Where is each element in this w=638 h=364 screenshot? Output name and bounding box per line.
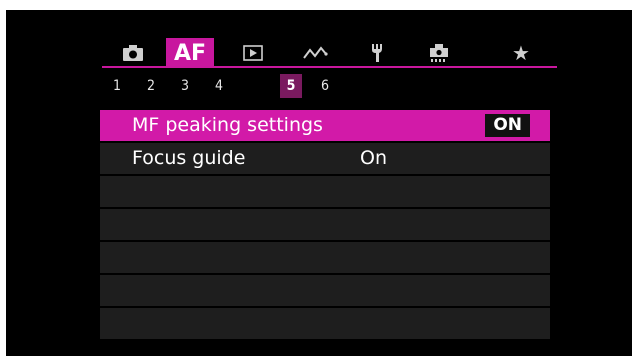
page-5[interactable]: 5 [280,74,302,98]
tab-wireless[interactable] [292,38,338,68]
menu-item-value: ON [485,114,530,137]
menu-empty-row [100,209,550,240]
custom-functions-icon [430,44,448,62]
page-3[interactable]: 3 [174,74,196,98]
menu-empty-row [100,176,550,207]
menu-empty-row [100,242,550,273]
tab-setup[interactable] [354,38,400,68]
menu-empty-row [100,308,550,339]
page-selector: 1 2 3 4 5 6 [102,74,557,98]
menu-item-value: On [360,147,387,169]
menu-item-label: Focus guide [132,147,246,169]
tab-af-label: AF [173,40,207,66]
tab-af[interactable]: AF [166,38,214,68]
tab-shooting[interactable] [110,38,156,68]
page-4[interactable]: 4 [208,74,230,98]
tab-custom-functions[interactable] [416,38,462,68]
menu-item-focus-guide[interactable]: Focus guide On [100,143,550,174]
menu-item-mf-peaking-settings[interactable]: MF peaking settings ON [100,110,550,141]
tab-my-menu[interactable]: ★ [498,38,544,68]
page-2[interactable]: 2 [140,74,162,98]
camera-menu-screen: AF ★ 1 2 3 4 5 6 MF peaking settings ON … [6,10,632,356]
playback-icon [243,45,263,61]
wireless-icon [303,46,328,59]
category-tab-bar: AF ★ [102,38,557,68]
star-icon: ★ [512,41,530,65]
menu-list: MF peaking settings ON Focus guide On [100,110,550,341]
wrench-icon [372,44,382,62]
menu-item-label: MF peaking settings [132,114,323,136]
menu-empty-row [100,275,550,306]
tab-playback[interactable] [230,38,276,68]
page-1[interactable]: 1 [106,74,128,98]
camera-icon [123,45,143,61]
page-6[interactable]: 6 [314,74,336,98]
